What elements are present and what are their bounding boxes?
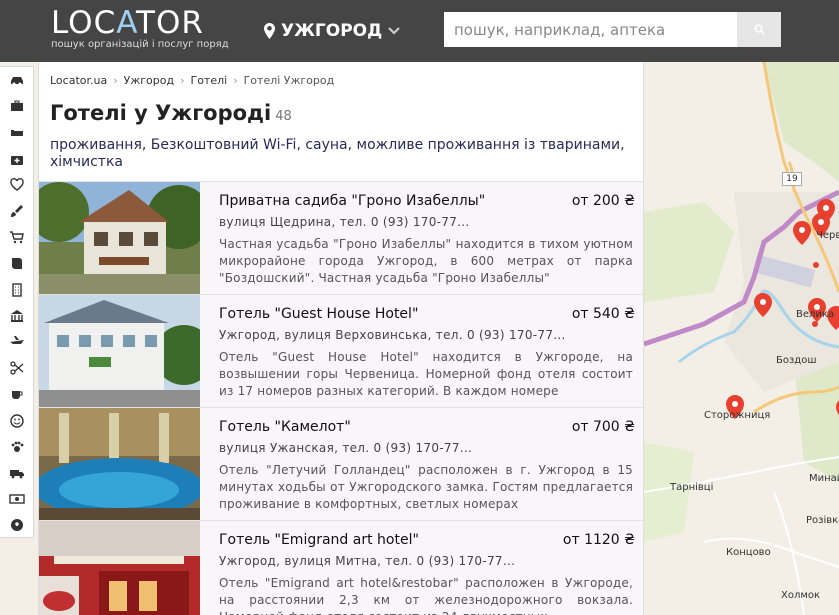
breadcrumb-category[interactable]: Готелі <box>190 74 227 87</box>
search-input[interactable] <box>444 12 737 47</box>
site-logo[interactable]: LOCATOR пошук організацій і послуг поряд <box>51 6 231 54</box>
heart-icon <box>9 177 25 193</box>
ball-icon <box>9 517 25 533</box>
breadcrumb-home[interactable]: Locator.ua <box>50 74 107 87</box>
city-name: УЖГОРОД <box>281 21 383 41</box>
category-brush[interactable] <box>0 198 33 224</box>
map-label: Велика <box>796 309 835 320</box>
category-heart[interactable] <box>0 172 33 198</box>
category-book[interactable] <box>0 250 33 276</box>
category-tags: проживання, Безкоштовний Wi-Fi, сауна, м… <box>50 137 625 170</box>
listing-price: от 540 ₴ <box>571 306 635 322</box>
category-money[interactable] <box>0 486 33 512</box>
listing-price: от 1120 ₴ <box>562 532 635 548</box>
map-canvas <box>644 62 839 615</box>
listing-card[interactable]: Готель "Emigrand art hotel" от 1120 ₴ Уж… <box>39 520 643 615</box>
top-header: LOCATOR пошук організацій і послуг поряд… <box>0 0 839 62</box>
breadcrumb-separator: › <box>113 74 118 87</box>
car-icon <box>9 72 25 88</box>
listing-description: Отель "Emigrand art hotel&restobar" расп… <box>219 576 633 615</box>
money-icon <box>8 491 25 507</box>
search-bar <box>444 12 781 47</box>
map-label: Боздош <box>776 355 817 366</box>
category-cup[interactable] <box>0 381 33 407</box>
listing-address: Ужгород, вулиця Верховинська, тел. 0 (93… <box>219 328 566 342</box>
listing-name[interactable]: Готель "Камелот" <box>219 419 351 435</box>
breadcrumb-separator: › <box>233 74 238 87</box>
listing-photo[interactable] <box>39 521 200 615</box>
category-paw[interactable] <box>0 434 33 460</box>
category-plane[interactable] <box>0 329 33 355</box>
bed-icon <box>9 124 25 140</box>
truck-icon <box>9 465 25 481</box>
breadcrumb-separator: › <box>180 74 185 87</box>
search-button[interactable] <box>737 12 781 47</box>
map-label: Тарнівці <box>670 482 714 493</box>
search-icon <box>753 20 765 39</box>
listing-card[interactable]: Готель "Камелот" от 700 ₴ вулиця Ужанска… <box>39 407 643 520</box>
listing-photo[interactable] <box>39 182 200 294</box>
listing-description: Частная усадьба "Гроно Изабеллы" находит… <box>219 237 633 285</box>
book-icon <box>9 255 25 271</box>
map-label: Минай <box>809 473 839 484</box>
listing-name[interactable]: Приватна садиба "Гроно Изабеллы" <box>219 193 485 209</box>
plane-icon <box>9 334 25 350</box>
category-building[interactable] <box>0 277 33 303</box>
results-count: 48 <box>275 109 292 124</box>
logo-wordmark: LOCATOR <box>51 5 204 41</box>
medical-bag-icon <box>9 151 25 167</box>
category-ball[interactable] <box>0 512 33 538</box>
cup-icon <box>9 386 25 402</box>
listing-card[interactable]: Готель "Guest House Hotel" от 540 ₴ Ужго… <box>39 294 643 407</box>
listing-photo[interactable] <box>39 408 200 520</box>
map-label: Розівка <box>806 515 839 526</box>
map-label: Концово <box>726 547 771 558</box>
listing-price: от 700 ₴ <box>571 419 635 435</box>
listing-address: вулиця Ужанская, тел. 0 (93) 170-77... <box>219 441 473 455</box>
breadcrumb-current: Готелі Ужгород <box>243 74 335 87</box>
category-car[interactable] <box>0 67 33 93</box>
cart-icon <box>9 229 25 245</box>
category-bed[interactable] <box>0 119 33 145</box>
listing-name[interactable]: Готель "Emigrand art hotel" <box>219 532 419 548</box>
listing-name[interactable]: Готель "Guest House Hotel" <box>219 306 418 322</box>
map-label: Холмок <box>781 590 821 601</box>
road-number-badge: 19 <box>782 172 802 186</box>
listing-address: Ужгород, вулиця Митна, тел. 0 (93) 170-7… <box>219 554 516 568</box>
category-cart[interactable] <box>0 224 33 250</box>
chevron-down-icon <box>388 27 401 35</box>
paw-icon <box>9 439 25 455</box>
listing-photo[interactable] <box>39 295 200 407</box>
listing-price: от 200 ₴ <box>571 193 635 209</box>
listing-list: Приватна садиба "Гроно Изабеллы" от 200 … <box>39 181 643 615</box>
brush-icon <box>9 203 25 219</box>
listing-description: Отель "Guest House Hotel" находится в Уж… <box>219 350 633 398</box>
breadcrumb: Locator.ua › Ужгород › Готелі › Готелі У… <box>50 74 334 87</box>
category-scissors[interactable] <box>0 355 33 381</box>
breadcrumb-city[interactable]: Ужгород <box>124 74 174 87</box>
category-briefcase[interactable] <box>0 93 33 119</box>
map-view[interactable]: 19 Червениця Велика Боздош Сторожниця Ми… <box>644 62 839 615</box>
building-icon <box>9 282 25 298</box>
listing-description: Отель "Летучий Голландец" расположен в г… <box>219 463 633 511</box>
category-bank[interactable] <box>0 303 33 329</box>
logo-tagline: пошук організацій і послуг поряд <box>51 39 229 50</box>
listing-card[interactable]: Приватна садиба "Гроно Изабеллы" от 200 … <box>39 181 643 294</box>
map-label: Сторожниця <box>704 410 771 421</box>
location-pin-icon <box>264 23 275 39</box>
smile-icon <box>9 413 25 429</box>
scissors-icon <box>9 360 25 376</box>
category-truck[interactable] <box>0 460 33 486</box>
category-medical-bag[interactable] <box>0 146 33 172</box>
bank-icon <box>9 308 25 324</box>
category-sidebar <box>0 66 34 538</box>
page-title: Готелі у Ужгороді 48 <box>50 101 292 125</box>
results-panel: Locator.ua › Ужгород › Готелі › Готелі У… <box>38 62 644 615</box>
briefcase-icon <box>9 98 25 114</box>
city-selector[interactable]: УЖГОРОД <box>264 18 401 44</box>
category-smile[interactable] <box>0 407 33 433</box>
map-label: Червениця <box>816 230 839 241</box>
listing-address: вулиця Щедрина, тел. 0 (93) 170-77... <box>219 215 470 229</box>
